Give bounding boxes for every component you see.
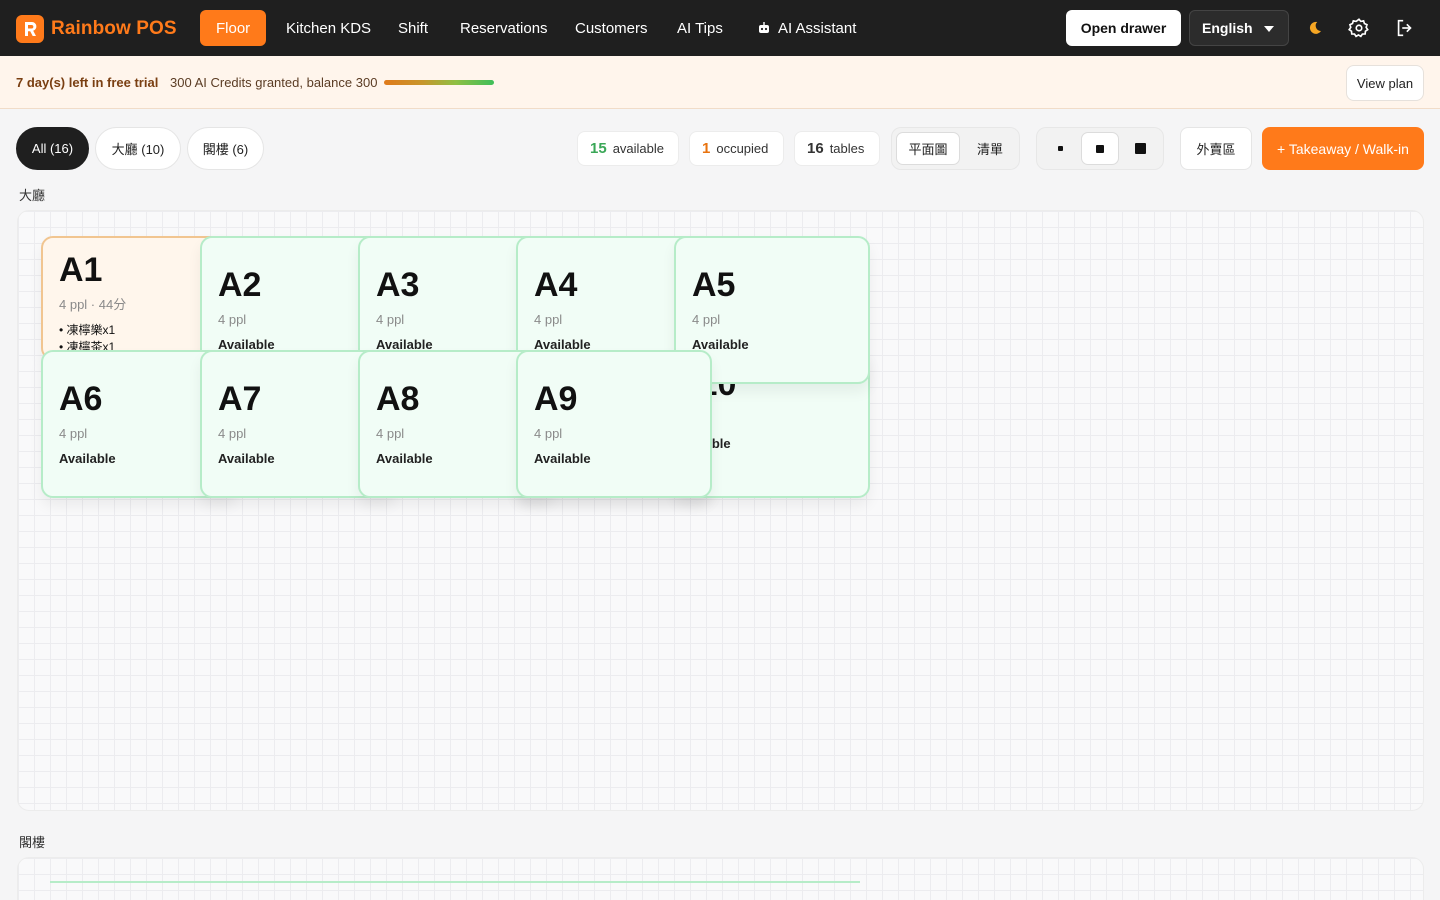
brand-name: Rainbow POS [51,18,177,39]
open-drawer-button[interactable]: Open drawer [1066,10,1181,46]
nav-ai-assistant-label: AI Assistant [778,19,857,37]
size-small-icon [1057,146,1063,151]
view-floorplan-button[interactable]: 平面圖 [896,132,960,165]
size-medium-icon [1096,144,1104,153]
occupied-count: 1 [702,140,711,157]
zone-label-lobby: 大廳 [19,188,46,203]
table-name: A5 [692,266,736,304]
occupied-label: occupied [716,141,769,156]
moon-icon[interactable] [1303,16,1327,40]
table-status: Available [534,451,591,466]
loft-table-edge [50,881,860,883]
tables-count: 16 [807,140,824,157]
available-label: available [612,141,665,156]
chevron-down-icon [1264,26,1274,32]
language-select[interactable]: English [1189,10,1289,46]
brand[interactable]: Rainbow POS [16,15,177,43]
table-status: Available [692,337,749,352]
top-navbar: Rainbow POS Floor Kitchen KDS Shift Rese… [0,0,1440,56]
table-capacity: 4 ppl [692,312,721,327]
nav-floor[interactable]: Floor [200,10,267,46]
size-medium-button[interactable] [1081,132,1119,165]
zone-filter-lobby[interactable]: 大廳 (10) [95,127,181,170]
zone-filter-all[interactable]: All (16) [16,127,89,170]
available-stat: 15 available [577,131,679,166]
zone-filter-loft[interactable]: 閣樓 (6) [187,127,264,170]
logout-icon[interactable] [1393,16,1417,40]
size-small-button[interactable] [1041,132,1079,165]
table-card-a9[interactable]: A9 4 ppl Available [516,350,712,498]
zone-canvas-loft [17,857,1424,900]
size-large-button[interactable] [1121,132,1159,165]
nav-ai-assistant[interactable]: AI Assistant [741,10,872,46]
view-plan-button[interactable]: View plan [1346,65,1424,101]
occupied-stat: 1 occupied [689,131,784,166]
zone-label-loft: 閣樓 [19,835,46,850]
size-large-icon [1134,143,1146,154]
robot-icon [759,22,769,33]
language-value: English [1202,20,1253,36]
available-count: 15 [590,140,607,157]
nav-reservations[interactable]: Reservations [444,10,564,46]
takeaway-walkin-button[interactable]: + Takeaway / Walk-in [1262,127,1424,170]
credits-progress-bar [384,80,494,85]
card-size-toggle [1036,127,1164,170]
tables-stat: 16 tables [794,131,880,166]
nav-kitchen-kds[interactable]: Kitchen KDS [270,10,387,46]
takeout-zone-button[interactable]: 外賣區 [1180,127,1252,170]
ai-credits-text: 300 AI Credits granted, balance 300 [170,75,378,90]
tables-label: tables [829,141,865,156]
rainbow-logo-icon [16,15,44,43]
table-capacity: 4 ppl [534,426,563,441]
view-list-button[interactable]: 清單 [960,132,1020,165]
nav-shift[interactable]: Shift [382,10,444,46]
settings-icon[interactable] [1347,16,1371,40]
table-name: A9 [534,380,578,418]
trial-banner: 7 day(s) left in free trial 300 AI Credi… [0,56,1440,109]
nav-customers[interactable]: Customers [559,10,664,46]
trial-days-left: 7 day(s) left in free trial [16,75,159,90]
view-mode-toggle: 平面圖 清單 [891,127,1020,170]
nav-ai-tips[interactable]: AI Tips [661,10,739,46]
